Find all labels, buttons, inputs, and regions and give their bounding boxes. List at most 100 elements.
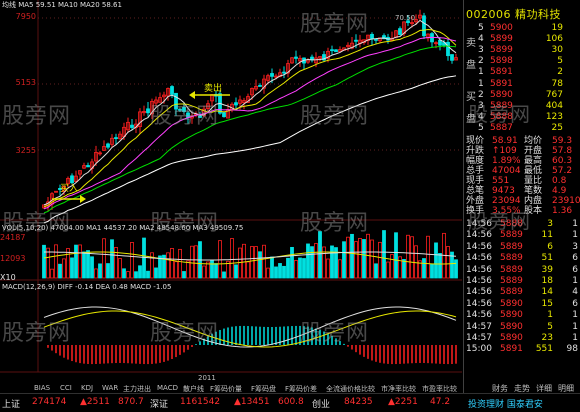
candle-body — [170, 86, 174, 95]
sell-level-index: 2 — [478, 56, 484, 66]
watermark: 股旁网 — [150, 321, 220, 346]
volume-bar — [174, 261, 178, 279]
volume-bar — [214, 263, 218, 279]
buy-volume: 404 — [545, 101, 563, 111]
volume-bar — [50, 268, 54, 279]
sell-level-index: 4 — [478, 34, 484, 44]
volume-bar — [42, 244, 46, 279]
indicator-tab[interactable]: KDJ — [81, 384, 93, 392]
sell-order-row[interactable]: 3 5899 30 — [464, 45, 580, 56]
sell-price: 5899 — [490, 34, 513, 44]
volume-bar — [434, 242, 438, 279]
tick-price: 5891 — [500, 344, 523, 355]
watermark: 股旁网 — [300, 104, 370, 129]
watermark: 股旁网 — [2, 211, 72, 236]
buy-volume: 767 — [545, 90, 563, 100]
candle-body — [438, 39, 442, 46]
volume-bar — [254, 246, 258, 279]
candle-body — [450, 54, 454, 61]
sell-order-row[interactable]: 2 5898 5 — [464, 56, 580, 67]
volume-bar — [98, 263, 102, 279]
tick-volume: 51 — [541, 253, 553, 264]
indicator-tab[interactable]: BIAS — [34, 384, 50, 392]
volume-bar — [330, 245, 334, 279]
volume-bar — [102, 238, 106, 279]
sell-order-row[interactable]: 5 5900 19 — [464, 23, 580, 34]
volume-bar — [402, 259, 406, 279]
volume-bar — [346, 236, 350, 279]
order-book-side-label: 盘 — [466, 60, 476, 71]
volume-bar — [358, 238, 362, 279]
tick-volume: 551 — [535, 344, 553, 355]
indicator-tab[interactable]: CCI — [60, 384, 72, 392]
tick-price: 5889 — [500, 241, 523, 252]
tick-price: 5890 — [500, 310, 523, 321]
candle-body — [282, 71, 286, 74]
indicator-tab[interactable]: WAR — [102, 384, 118, 392]
tick-row: 14:56 5890 15 6 — [464, 299, 580, 310]
tick-volume: 5 — [547, 321, 553, 332]
volume-bar — [118, 258, 122, 279]
ma30-line — [43, 45, 457, 214]
volume-bar — [342, 241, 346, 279]
buy-order-row[interactable]: 1 5891 78 — [464, 79, 580, 90]
tick-row: 14:56 5890 1 1 — [464, 310, 580, 321]
volume-bar — [270, 256, 274, 279]
volume-bar — [54, 244, 58, 279]
tick-time: 14:56 — [466, 310, 492, 321]
candle-body — [106, 143, 110, 148]
volume-bar — [430, 263, 434, 279]
volume-bar — [142, 237, 146, 279]
buy-price: 5891 — [490, 79, 513, 89]
sell-price: 5891 — [490, 67, 513, 77]
macd-header: MACD(12,26,9) DIFF -0.14 DEA 0.48 MACD -… — [2, 283, 172, 291]
volume-bar — [454, 259, 458, 279]
volume-bar — [302, 258, 306, 279]
indicator-tab[interactable]: MACD — [157, 384, 178, 392]
sz-index-value: 1161542 — [180, 397, 221, 407]
order-book-side-label: 盘 — [466, 114, 476, 125]
volume-bar — [410, 236, 414, 279]
tick-price: 5890 — [500, 321, 523, 332]
trading-terminal: 均线 MA5 59.51 MA10 MA20 58.61 70.50 7950 … — [0, 0, 580, 412]
sh-index-value: 274174 — [32, 397, 67, 407]
news-link[interactable]: 投资理财 国泰君安 — [468, 397, 543, 410]
sell-level-index: 5 — [478, 23, 484, 33]
volume-bar — [390, 254, 394, 279]
volume-bar — [310, 246, 314, 279]
candle-body — [374, 38, 378, 41]
volume-bar — [90, 256, 94, 279]
tick-time: 14:56 — [466, 287, 492, 298]
sell-volume: 19 — [551, 23, 563, 33]
cy-index-amount: 47.2 — [430, 397, 451, 407]
sz-index-amount: 600.8 — [278, 397, 304, 407]
sell-order-row[interactable]: 1 5891 2 — [464, 67, 580, 78]
volume-bar — [426, 235, 430, 279]
tick-count: 1 — [572, 219, 578, 229]
candle-body — [114, 137, 118, 140]
tick-count: 3 — [572, 241, 578, 252]
volume-bar — [294, 260, 298, 279]
watermark: 股旁网 — [300, 211, 370, 236]
volume-bar — [318, 231, 322, 279]
volume-bar — [222, 271, 226, 279]
volume-bar — [266, 267, 270, 279]
volume-bar — [414, 245, 418, 279]
candle-body — [270, 73, 274, 77]
sz-index-change: ▲13451 — [234, 397, 270, 407]
watermark: 股旁网 — [468, 102, 531, 126]
volume-bar — [446, 246, 450, 279]
tick-time: 14:56 — [466, 253, 492, 264]
tick-volume: 39 — [541, 264, 553, 275]
volume-bar — [234, 264, 238, 279]
tick-time: 14:57 — [466, 333, 492, 343]
tick-count: 98 — [566, 344, 578, 355]
volume-bar — [354, 241, 358, 279]
sell-order-row[interactable]: 4 5899 106 — [464, 34, 580, 45]
volume-bar — [298, 257, 302, 279]
main-chart-area[interactable]: 均线 MA5 59.51 MA10 MA20 58.61 70.50 7950 … — [0, 0, 462, 393]
tick-volume: 3 — [547, 219, 553, 229]
volume-bar — [378, 241, 382, 279]
candle-body — [398, 28, 402, 35]
volume-bar — [438, 253, 442, 279]
